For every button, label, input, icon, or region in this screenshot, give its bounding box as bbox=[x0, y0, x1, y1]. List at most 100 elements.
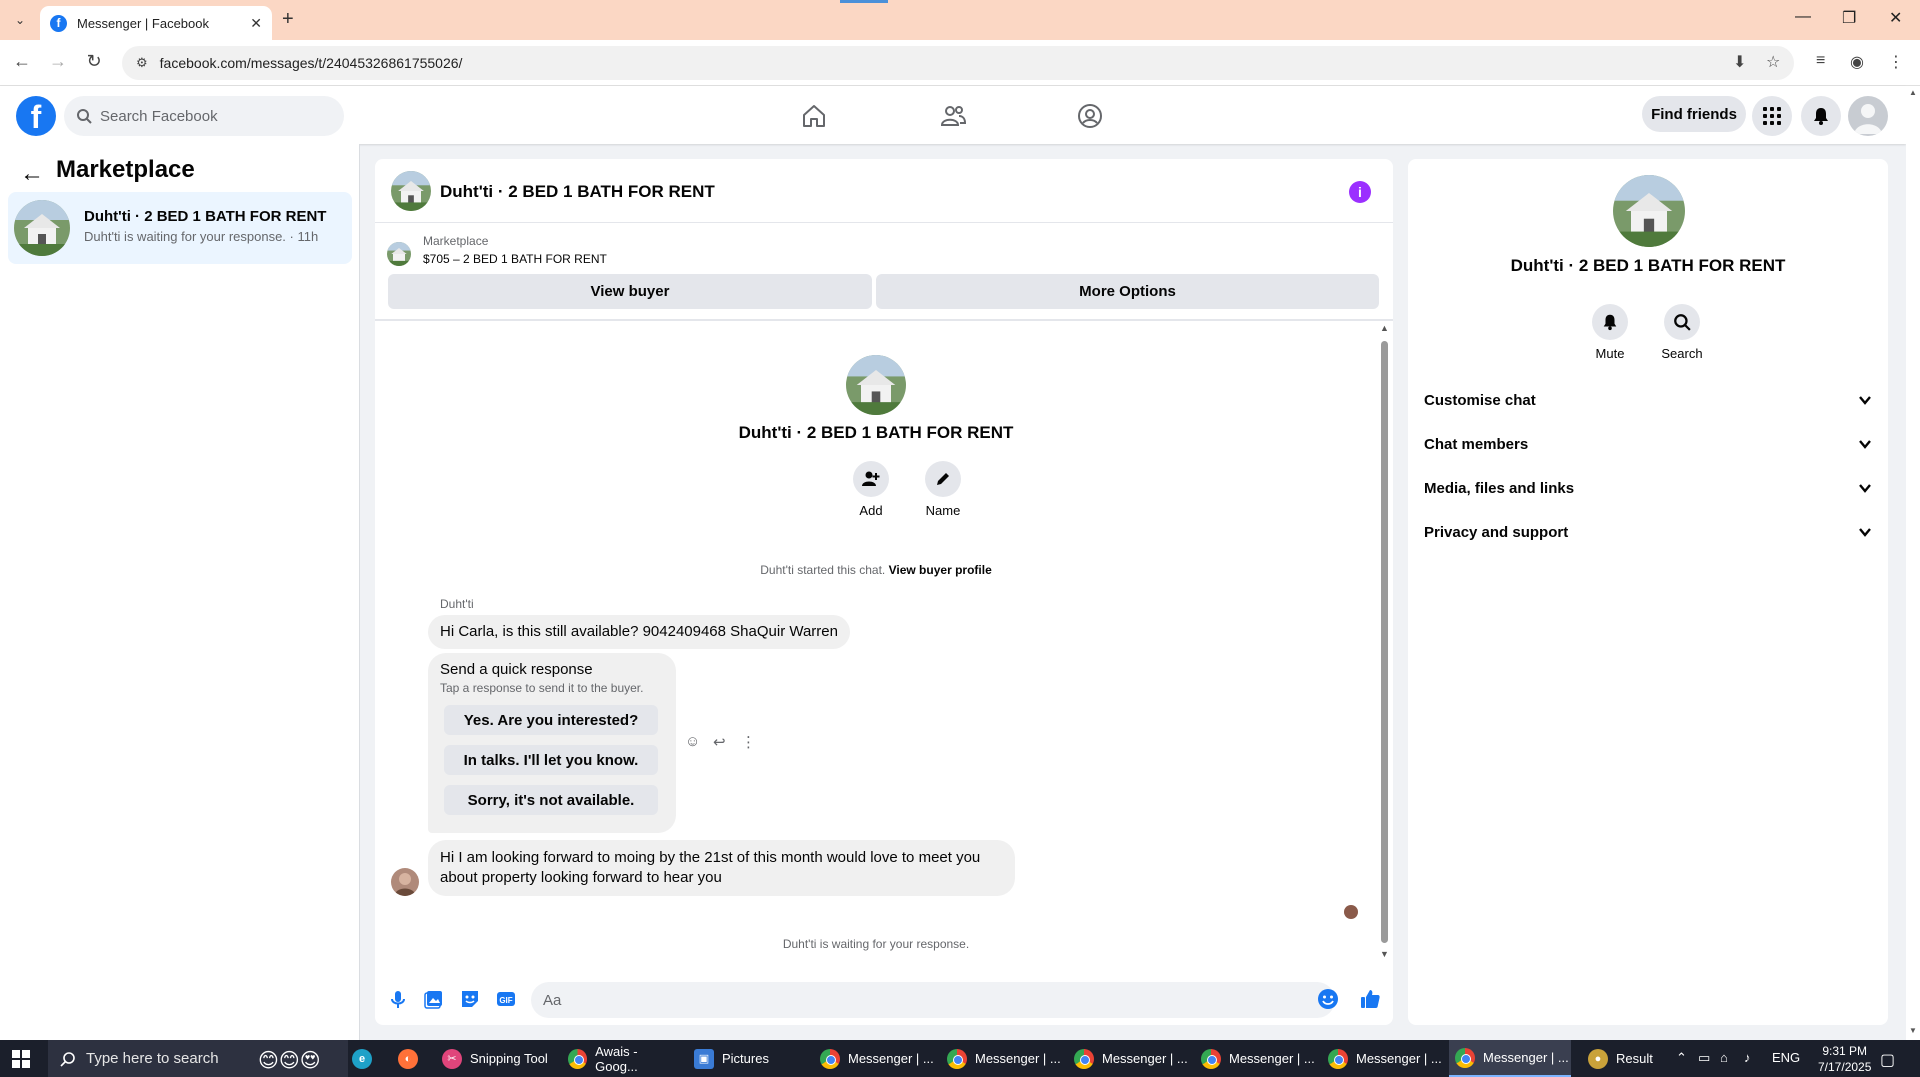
quick-response-option[interactable]: Sorry, it's not available. bbox=[444, 785, 658, 815]
app-label: Messenger | ... bbox=[1102, 1051, 1188, 1066]
more-actions-icon[interactable]: ⋮ bbox=[741, 733, 756, 751]
taskbar-search[interactable]: Type here to search 😊😊😍 bbox=[48, 1040, 348, 1077]
profile-icon[interactable]: ◉ bbox=[1850, 52, 1864, 72]
listing-small-thumbnail bbox=[387, 242, 411, 266]
notifications-button[interactable] bbox=[1801, 96, 1841, 136]
clock-date: 7/17/2025 bbox=[1818, 1060, 1872, 1074]
microphone-icon[interactable] bbox=[387, 988, 409, 1010]
mute-button[interactable]: Mute bbox=[1570, 304, 1650, 361]
minimize-icon[interactable]: — bbox=[1795, 8, 1811, 26]
firefox-taskbar-icon[interactable]: ◐ bbox=[392, 1040, 426, 1077]
friends-icon[interactable] bbox=[939, 102, 967, 130]
browser-tab[interactable]: f Messenger | Facebook ✕ bbox=[40, 6, 272, 40]
taskbar-app-messenger[interactable]: Messenger | ... bbox=[1322, 1040, 1444, 1077]
tab-list-chevron-icon[interactable]: ⌄ bbox=[8, 8, 32, 32]
scroll-down-arrow-icon[interactable]: ▼ bbox=[1380, 949, 1389, 959]
back-arrow-icon[interactable]: ← bbox=[20, 160, 44, 188]
photo-icon[interactable] bbox=[423, 988, 445, 1010]
bell-icon bbox=[1603, 314, 1617, 331]
info-icon[interactable]: i bbox=[1349, 181, 1371, 203]
site-info-icon[interactable]: ⚙ bbox=[136, 55, 148, 71]
search-label: Search bbox=[1661, 346, 1703, 361]
profile-circle-icon[interactable] bbox=[1076, 102, 1104, 130]
facebook-search-input[interactable]: Search Facebook bbox=[64, 96, 344, 136]
reply-icon[interactable]: ↩ bbox=[713, 733, 726, 751]
edge-taskbar-icon[interactable]: e bbox=[346, 1040, 380, 1077]
taskbar-app-messenger-active[interactable]: Messenger | ... bbox=[1449, 1040, 1571, 1077]
install-app-icon[interactable]: ⬇ bbox=[1733, 52, 1746, 72]
chat-header-thumbnail[interactable] bbox=[391, 171, 431, 211]
network-icon[interactable]: ⌂ bbox=[1720, 1050, 1728, 1065]
tray-overflow-icon[interactable]: ⌃ bbox=[1676, 1050, 1687, 1066]
browser-menu-icon[interactable]: ⋮ bbox=[1888, 52, 1904, 72]
restore-icon[interactable]: ❐ bbox=[1842, 8, 1856, 28]
volume-icon[interactable]: ♪ bbox=[1744, 1050, 1751, 1065]
taskbar-app-messenger[interactable]: Messenger | ... bbox=[814, 1040, 936, 1077]
tab-title: Messenger | Facebook bbox=[77, 15, 209, 31]
buyer-avatar[interactable] bbox=[391, 868, 419, 896]
windows-start-icon[interactable] bbox=[12, 1050, 30, 1068]
tab-close-icon[interactable]: ✕ bbox=[250, 15, 262, 32]
message-bubble[interactable]: Hi Carla, is this still available? 90424… bbox=[428, 615, 850, 649]
more-options-button[interactable]: More Options bbox=[876, 274, 1379, 309]
add-person-icon bbox=[862, 471, 880, 486]
reload-icon[interactable]: ↻ bbox=[82, 51, 106, 72]
window-close-icon[interactable]: ✕ bbox=[1889, 8, 1902, 28]
conversation-item[interactable]: Duht'ti · 2 BED 1 BATH FOR RENT Duht'ti … bbox=[8, 192, 352, 264]
chrome-icon bbox=[820, 1048, 840, 1069]
quick-response-option[interactable]: Yes. Are you interested? bbox=[444, 705, 658, 735]
new-tab-plus-icon[interactable]: + bbox=[282, 8, 294, 31]
address-bar[interactable]: ⚙ facebook.com/messages/t/24045326861755… bbox=[122, 46, 1794, 80]
sticker-icon[interactable] bbox=[459, 988, 481, 1010]
emoji-icon[interactable] bbox=[1317, 988, 1339, 1010]
chat-title[interactable]: Duht'ti · 2 BED 1 BATH FOR RENT bbox=[440, 182, 715, 202]
search-in-chat-button[interactable]: Search bbox=[1642, 304, 1722, 361]
name-label: Name bbox=[925, 503, 961, 518]
section-chat-members[interactable]: Chat members bbox=[1424, 426, 1872, 462]
scrollbar-thumb[interactable] bbox=[1381, 341, 1388, 943]
view-buyer-profile-link[interactable]: View buyer profile bbox=[889, 563, 992, 577]
taskbar-app-chrome-awais[interactable]: Awais - Goog... bbox=[562, 1040, 680, 1077]
message-input[interactable]: Aa bbox=[531, 982, 1335, 1018]
page-scroll-down-icon[interactable]: ▼ bbox=[1909, 1026, 1917, 1035]
tray-device-icon[interactable]: ▭ bbox=[1698, 1050, 1710, 1066]
chat-scrollbar[interactable]: ▲ ▼ bbox=[1379, 323, 1389, 967]
view-buyer-button[interactable]: View buyer bbox=[388, 274, 872, 309]
quick-response-subtext: Tap a response to send it to the buyer. bbox=[440, 681, 644, 695]
bookmark-star-icon[interactable]: ☆ bbox=[1766, 52, 1780, 72]
forward-icon[interactable]: → bbox=[46, 51, 70, 72]
page-scroll-up-icon[interactable]: ▲ bbox=[1909, 88, 1917, 97]
scroll-up-arrow-icon[interactable]: ▲ bbox=[1380, 323, 1389, 333]
section-label: Customise chat bbox=[1424, 391, 1536, 409]
taskbar-clock[interactable]: 9:31 PM 7/17/2025 bbox=[1818, 1043, 1871, 1075]
chat-profile-avatar bbox=[846, 355, 906, 415]
section-privacy-support[interactable]: Privacy and support bbox=[1424, 514, 1872, 550]
react-emoji-icon[interactable]: ☺ bbox=[685, 733, 700, 750]
notification-center-icon[interactable]: ▢ bbox=[1880, 1050, 1895, 1070]
taskbar-app-pictures[interactable]: ▣ Pictures bbox=[688, 1040, 806, 1077]
taskbar-app-messenger[interactable]: Messenger | ... bbox=[1068, 1040, 1190, 1077]
language-indicator[interactable]: ENG bbox=[1772, 1050, 1800, 1065]
edit-name-button[interactable]: Name bbox=[913, 461, 973, 518]
gif-icon[interactable]: GIF bbox=[495, 988, 517, 1010]
section-media-files-links[interactable]: Media, files and links bbox=[1424, 470, 1872, 506]
thumbs-up-icon[interactable] bbox=[1359, 988, 1381, 1010]
facebook-logo-icon[interactable]: f bbox=[16, 96, 56, 136]
section-customise-chat[interactable]: Customise chat bbox=[1424, 382, 1872, 418]
find-friends-button[interactable]: Find friends bbox=[1642, 96, 1746, 132]
quick-response-option[interactable]: In talks. I'll let you know. bbox=[444, 745, 658, 775]
taskbar-app-snipping-tool[interactable]: ✂ Snipping Tool bbox=[436, 1040, 554, 1077]
page-scrollbar[interactable]: ▲ ▼ bbox=[1906, 86, 1920, 1040]
media-control-icon[interactable]: ≡ bbox=[1816, 52, 1825, 70]
menu-grid-button[interactable] bbox=[1752, 96, 1792, 136]
account-avatar[interactable] bbox=[1848, 96, 1888, 136]
add-people-button[interactable]: Add bbox=[841, 461, 901, 518]
taskbar-app-messenger[interactable]: Messenger | ... bbox=[1195, 1040, 1317, 1077]
home-icon[interactable] bbox=[800, 102, 828, 130]
seen-indicator-avatar bbox=[1344, 905, 1358, 919]
back-icon[interactable]: ← bbox=[10, 51, 34, 72]
taskbar-result-widget[interactable]: ● Result bbox=[1582, 1040, 1672, 1077]
taskbar-app-messenger[interactable]: Messenger | ... bbox=[941, 1040, 1063, 1077]
bell-icon bbox=[1814, 108, 1828, 125]
message-bubble[interactable]: Hi I am looking forward to moing by the … bbox=[428, 840, 1015, 896]
